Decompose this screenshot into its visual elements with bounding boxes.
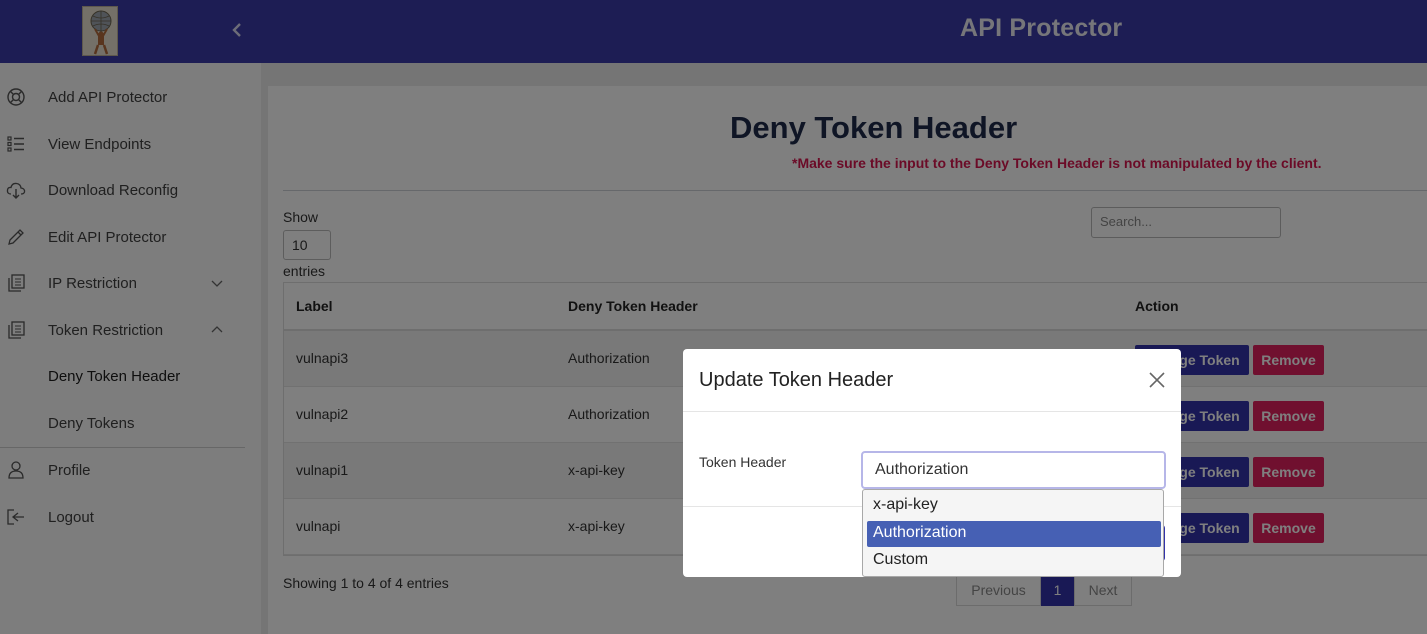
modal-header-divider — [683, 411, 1181, 412]
dropdown-option-custom[interactable]: Custom — [867, 548, 1161, 574]
token-header-label: Token Header — [699, 454, 787, 470]
close-icon — [1149, 372, 1165, 388]
token-header-select[interactable]: Authorization — [861, 451, 1166, 489]
dropdown-option-authorization[interactable]: Authorization — [867, 521, 1161, 547]
token-header-dropdown: x-api-key Authorization Custom — [862, 489, 1164, 577]
dropdown-option-x-api-key[interactable]: x-api-key — [867, 493, 1161, 519]
modal-close-button[interactable] — [1147, 370, 1167, 390]
modal-title: Update Token Header — [699, 369, 894, 391]
